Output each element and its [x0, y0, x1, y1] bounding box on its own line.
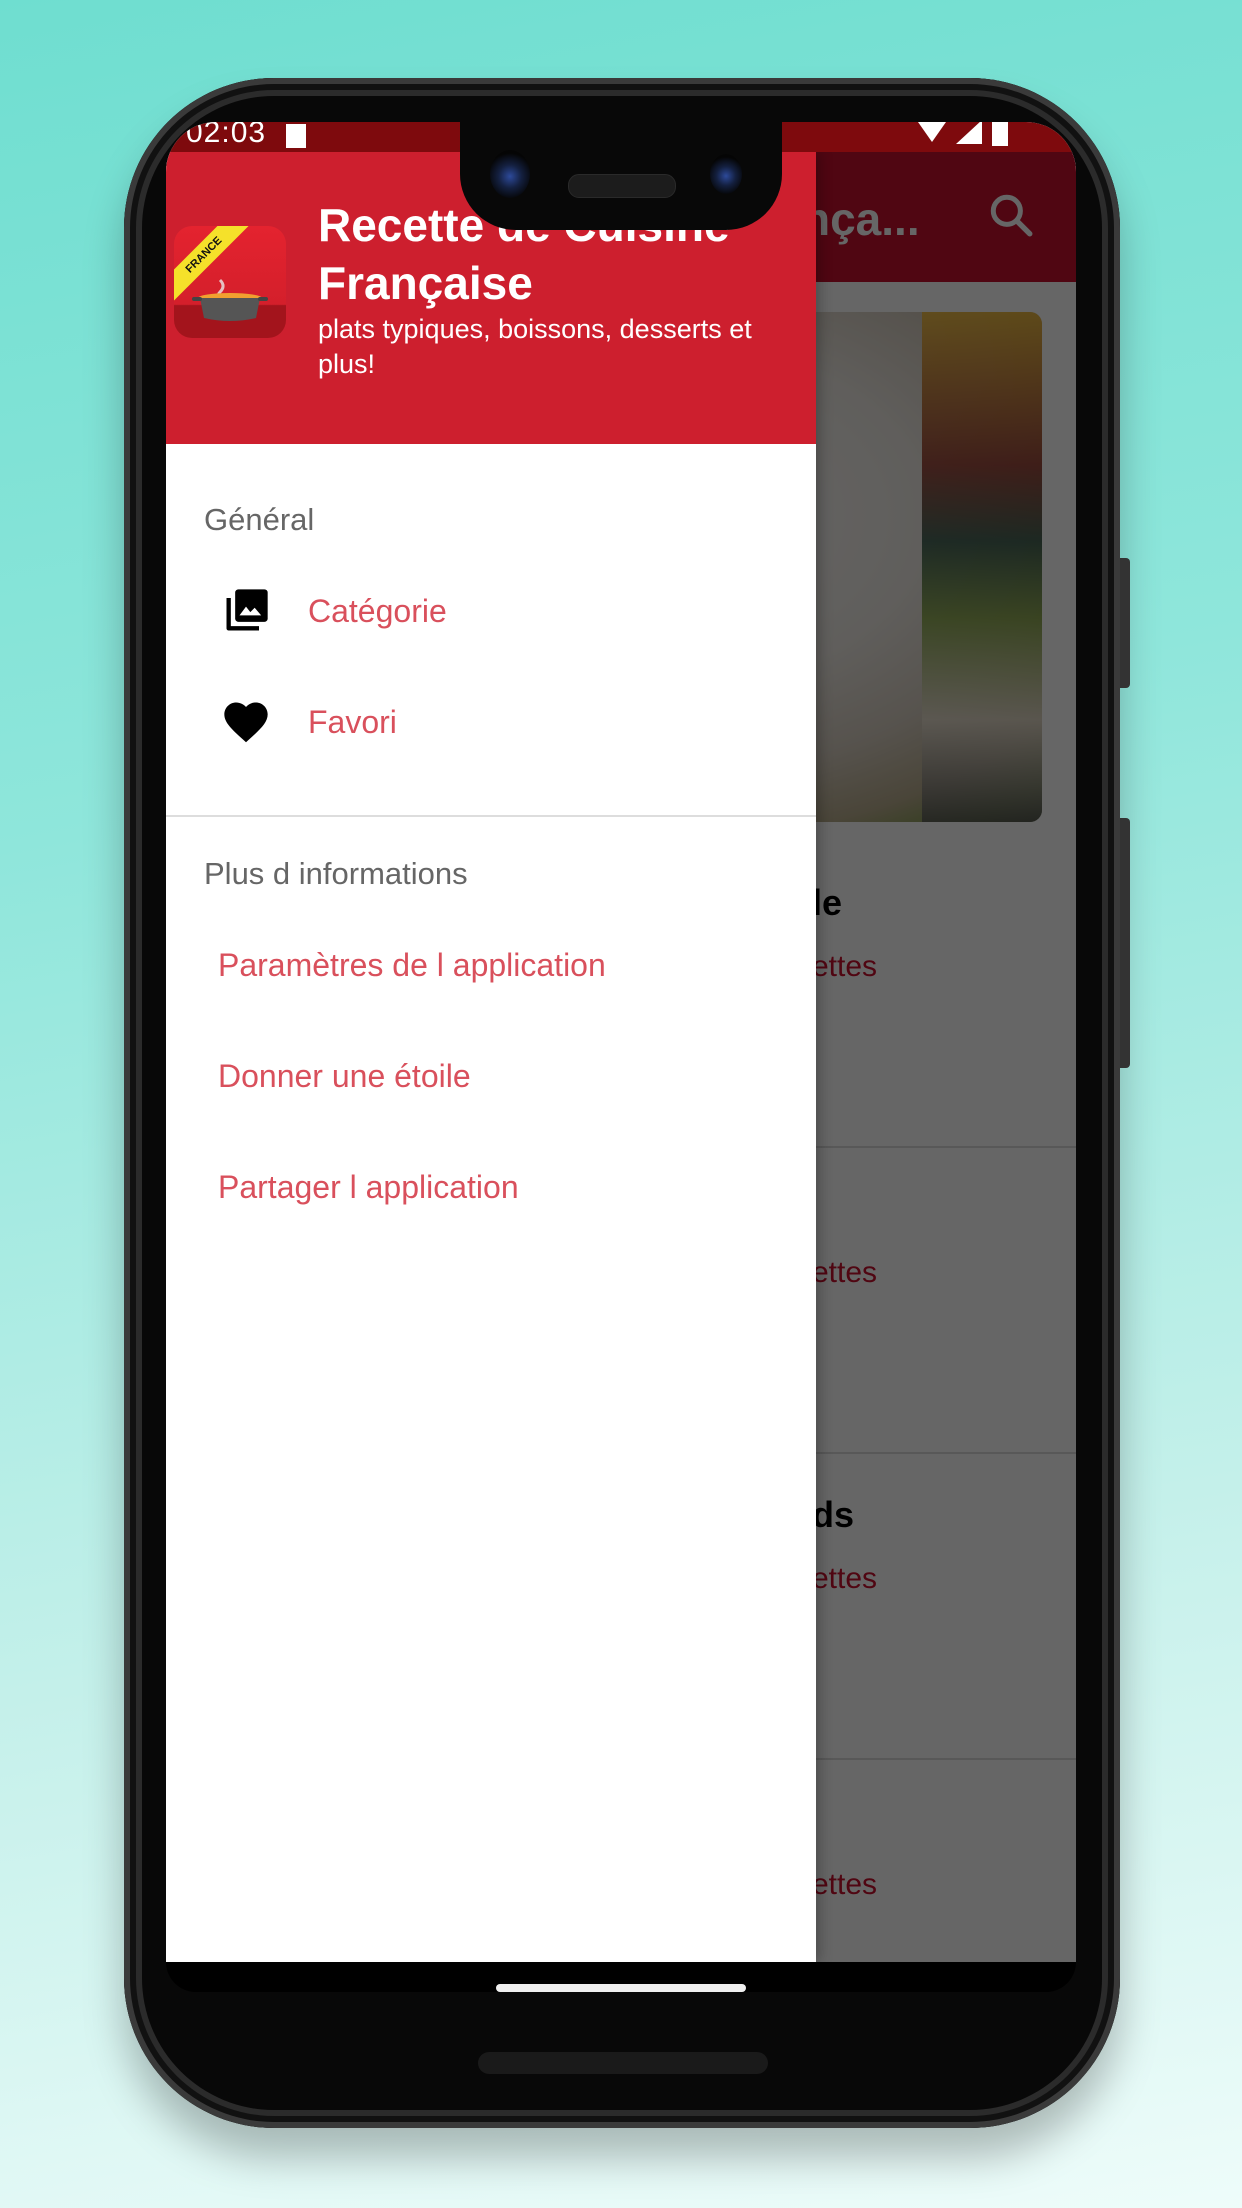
battery-icon — [992, 122, 1008, 146]
app-subtitle: plats typiques, boissons, desserts et pl… — [318, 314, 752, 379]
photo-library-icon — [226, 589, 268, 631]
menu-item-app-settings[interactable]: Paramètres de l application — [166, 910, 816, 1020]
cooking-pot-icon — [192, 278, 268, 321]
menu-item-label: Donner une étoile — [218, 1057, 471, 1094]
section-divider — [166, 815, 816, 817]
home-gesture-handle[interactable] — [496, 1984, 746, 1992]
front-sensor — [710, 154, 742, 194]
app-logo: FRANCE — [174, 226, 286, 338]
power-button — [1120, 558, 1130, 688]
menu-item-favori[interactable]: Favori — [166, 667, 816, 777]
section-label-more-info: Plus d informations — [204, 856, 468, 891]
signal-icon — [956, 122, 982, 144]
heart-icon — [224, 702, 268, 743]
menu-item-label: Favori — [308, 703, 397, 740]
menu-item-label: Catégorie — [308, 592, 447, 629]
earpiece-speaker — [568, 174, 676, 198]
menu-item-label: Paramètres de l application — [218, 946, 606, 983]
status-time: 02:03 — [186, 122, 267, 149]
menu-item-rate-app[interactable]: Donner une étoile — [166, 1021, 816, 1131]
wifi-icon — [918, 122, 946, 142]
notification-icon — [286, 124, 306, 148]
navigation-drawer: FRANCE Recette de Cuisine Française plat… — [166, 152, 816, 1962]
screen: nça... le ettes ettes ds ettes ettes — [166, 122, 1076, 1962]
bottom-speaker — [478, 2052, 768, 2074]
menu-item-categorie[interactable]: Catégorie — [166, 556, 816, 666]
section-label-general: Général — [204, 502, 315, 537]
volume-button — [1120, 818, 1130, 1068]
front-camera — [490, 150, 530, 198]
camera-notch — [460, 96, 782, 230]
menu-item-share-app[interactable]: Partager l application — [166, 1132, 816, 1242]
menu-item-label: Partager l application — [218, 1168, 519, 1205]
status-icons — [918, 122, 1008, 148]
